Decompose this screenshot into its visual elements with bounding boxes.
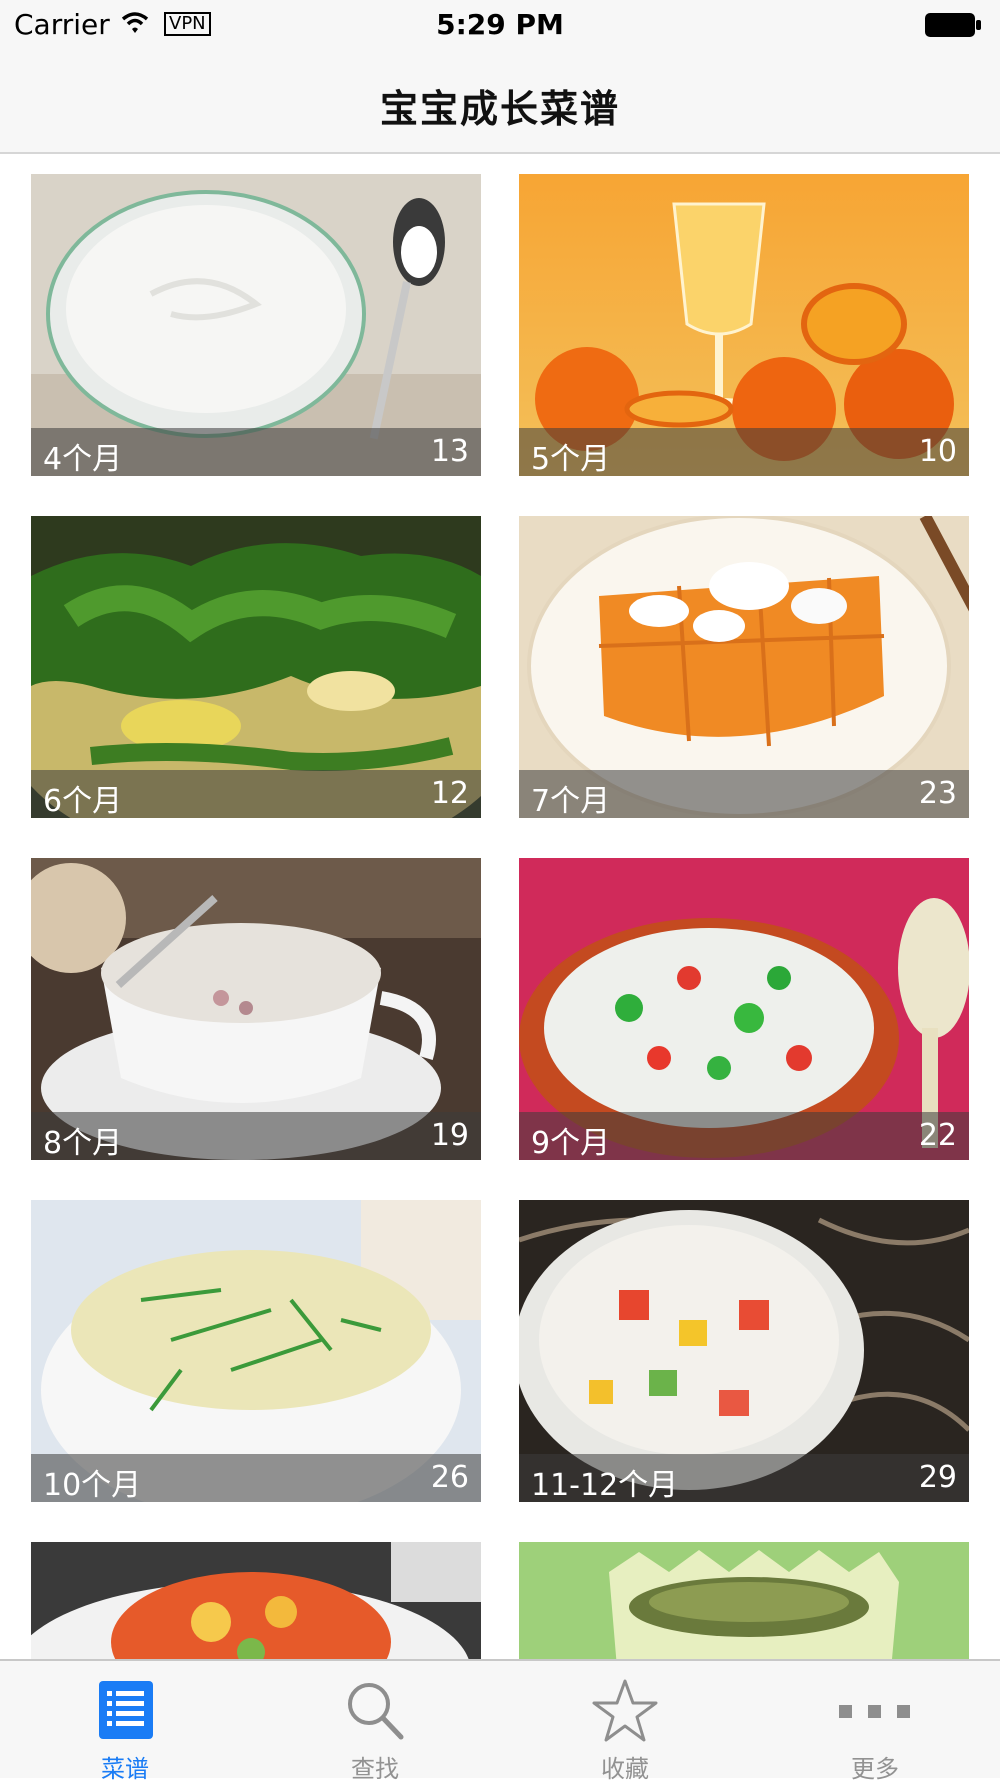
month-card[interactable]: 7个月 23 xyxy=(519,516,969,818)
card-caption: 5个月 10 xyxy=(519,428,969,476)
card-caption: 6个月 12 xyxy=(31,770,481,818)
month-card[interactable]: 8个月 19 xyxy=(31,858,481,1160)
star-icon xyxy=(589,1677,661,1745)
tab-label: 更多 xyxy=(851,1755,899,1783)
card-recipe-count: 12 xyxy=(430,776,469,811)
tab-label: 收藏 xyxy=(601,1755,649,1783)
card-recipe-count: 13 xyxy=(430,434,469,469)
page-title: 宝宝成长菜谱 xyxy=(379,87,620,131)
card-caption: 7个月 23 xyxy=(519,770,969,818)
tab-label: 查找 xyxy=(351,1755,399,1783)
card-month-label: 6个月 xyxy=(43,784,123,818)
month-card[interactable]: 9个月 22 xyxy=(519,858,969,1160)
tomato-egg-dish-image xyxy=(31,1542,481,1659)
card-caption: 11-12个月 29 xyxy=(519,1454,969,1502)
month-card[interactable]: 6个月 12 xyxy=(31,516,481,818)
search-icon xyxy=(339,1677,411,1745)
tab-recipes[interactable]: 菜谱 xyxy=(0,1661,250,1783)
card-recipe-count: 23 xyxy=(918,776,957,811)
card-month-label: 7个月 xyxy=(531,784,611,818)
month-card[interactable]: 4个月 13 xyxy=(31,174,481,476)
month-card[interactable]: 5个月 10 xyxy=(519,174,969,476)
month-card[interactable]: 10个月 26 xyxy=(31,1200,481,1502)
card-caption: 10个月 26 xyxy=(31,1454,481,1502)
more-icon xyxy=(839,1677,911,1745)
card-month-label: 5个月 xyxy=(531,442,611,476)
card-month-label: 4个月 xyxy=(43,442,123,476)
card-recipe-count: 26 xyxy=(430,1460,469,1495)
card-month-label: 11-12个月 xyxy=(531,1468,679,1502)
tab-bar: 菜谱 查找 收藏 更多 xyxy=(0,1659,1000,1783)
card-caption: 8个月 19 xyxy=(31,1112,481,1160)
card-recipe-count: 29 xyxy=(918,1460,957,1495)
clock: 5:29 PM xyxy=(436,8,564,41)
tab-label: 菜谱 xyxy=(101,1755,149,1783)
card-month-label: 8个月 xyxy=(43,1126,123,1160)
tab-favorites[interactable]: 收藏 xyxy=(500,1661,750,1783)
melon-bowl-image xyxy=(519,1542,969,1659)
card-caption: 9个月 22 xyxy=(519,1112,969,1160)
card-caption: 4个月 13 xyxy=(31,428,481,476)
list-icon xyxy=(89,1677,161,1745)
card-recipe-count: 10 xyxy=(918,434,957,469)
month-card[interactable] xyxy=(519,1542,969,1659)
tab-search[interactable]: 查找 xyxy=(250,1661,500,1783)
month-grid[interactable]: 4个月 13 5个月 10 6个月 12 7个月 23 8个月 19 9个月 2… xyxy=(0,154,1000,1659)
card-recipe-count: 22 xyxy=(918,1118,957,1153)
card-month-label: 10个月 xyxy=(43,1468,142,1502)
battery-icon xyxy=(924,12,982,42)
card-month-label: 9个月 xyxy=(531,1126,611,1160)
month-card[interactable] xyxy=(31,1542,481,1659)
tab-more[interactable]: 更多 xyxy=(750,1661,1000,1783)
status-bar: Carrier VPN 5:29 PM xyxy=(0,0,1000,50)
card-recipe-count: 19 xyxy=(430,1118,469,1153)
nav-bar: 宝宝成长菜谱 xyxy=(0,50,1000,154)
month-card[interactable]: 11-12个月 29 xyxy=(519,1200,969,1502)
